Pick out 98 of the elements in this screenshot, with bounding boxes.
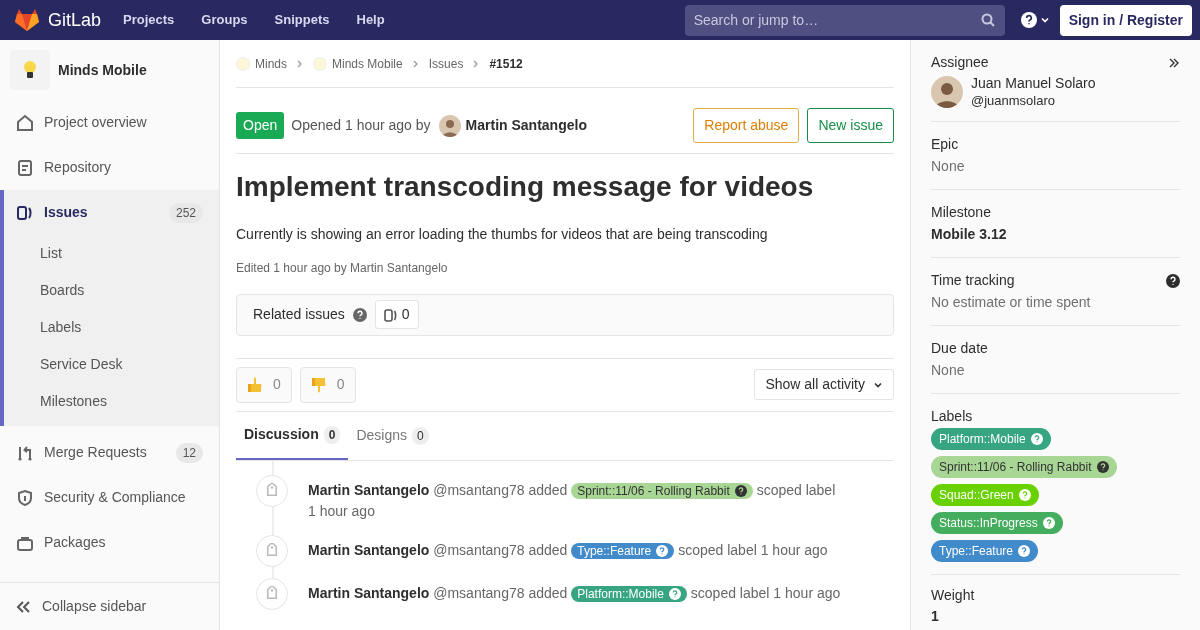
document-icon	[16, 158, 34, 177]
help-icon	[1018, 545, 1031, 557]
reaction-button[interactable]: 0	[299, 366, 356, 403]
breadcrumb-link[interactable]: Minds	[255, 54, 287, 73]
status-badge: Open	[236, 112, 285, 139]
section-heading: Epic	[931, 135, 959, 154]
section-value: 1	[931, 607, 940, 626]
breadcrumb-link[interactable]: Minds Mobile	[332, 54, 403, 73]
tab[interactable]: Discussion 0	[236, 411, 349, 460]
author-name[interactable]: Martin Santangelo	[308, 481, 430, 498]
related-issues-heading: Related issues	[253, 305, 345, 325]
action-text: @msantang78 added	[433, 584, 568, 601]
help-dropdown[interactable]	[1020, 12, 1050, 28]
action-text: @msantang78 added	[433, 481, 568, 498]
issue-description: Currently is showing an error loading the thumbs for videos that are being transcoding	[236, 224, 769, 244]
author-avatar	[438, 114, 461, 137]
caret-icon	[1039, 15, 1050, 25]
label-tag[interactable]: Sprint::11/06 - Rolling Rabbit	[571, 482, 753, 499]
nav-link[interactable]: Help	[356, 10, 385, 30]
section-value: None	[931, 361, 966, 380]
activity-filter-dropdown[interactable]: Show all activity	[754, 369, 894, 401]
action-text: scoped label	[690, 584, 770, 601]
label-tag[interactable]: Sprint::11/06 - Rolling Rabbit	[931, 456, 1117, 478]
shield-icon	[16, 488, 34, 507]
double-chevron-right-icon	[1168, 56, 1180, 69]
author-name[interactable]: Martin Santangelo	[308, 541, 430, 558]
project-name: Minds Mobile	[58, 60, 147, 80]
section-heading: Due date	[931, 339, 988, 358]
count-badge: 252	[168, 202, 203, 223]
nav-link[interactable]: Snippets	[274, 10, 330, 30]
assignee-username: @juanmsolaro	[971, 92, 1056, 109]
help-icon	[1096, 461, 1109, 473]
section-value: Mobile 3.12	[931, 225, 1008, 244]
nav-link[interactable]: Groups	[201, 10, 248, 30]
help-icon	[1042, 517, 1055, 529]
project-avatar	[10, 50, 50, 90]
brand-name: GitLab	[48, 8, 102, 32]
sidebar-item[interactable]: Project overview	[0, 100, 219, 145]
edited-note: Edited 1 hour ago by Martin Santangelo	[236, 259, 449, 277]
sidebar-item[interactable]: Packages	[0, 520, 219, 565]
breadcrumb-link[interactable]: Issues	[428, 54, 464, 73]
label-tag[interactable]: Type::Feature	[571, 542, 675, 559]
sidebar-item[interactable]: Issues 252	[4, 190, 219, 235]
group-avatar	[313, 56, 327, 71]
section-value: None	[931, 157, 966, 176]
issues-icon	[383, 307, 398, 322]
timestamp: 1 hour ago	[308, 501, 375, 521]
sign-in-button[interactable]: Sign in / Register	[1059, 4, 1192, 36]
chevron-right-icon	[296, 59, 304, 68]
chevron-right-icon	[411, 59, 420, 68]
group-avatar	[236, 56, 250, 71]
nav-link[interactable]: Projects	[123, 10, 175, 30]
thumbs-down-icon	[310, 375, 327, 394]
double-chevron-left-icon	[16, 599, 32, 614]
breadcrumb-link[interactable]: #1512	[489, 54, 523, 73]
sidebar-subitem[interactable]: Labels	[4, 309, 219, 346]
sidebar-subitem[interactable]: Milestones	[4, 383, 219, 420]
sidebar-item[interactable]: Repository	[0, 145, 219, 190]
assignee-avatar	[931, 75, 963, 108]
timestamp: 1 hour ago	[773, 583, 841, 603]
section-heading: Assignee	[931, 53, 989, 72]
action-text: @msantang78 added	[433, 541, 568, 558]
sidebar-subitem[interactable]: Boards	[4, 272, 219, 309]
section-heading: Time tracking	[931, 271, 1015, 290]
section-heading: Milestone	[931, 203, 991, 222]
fox-logo	[14, 8, 40, 32]
help-icon	[734, 484, 747, 497]
section-heading: Weight	[931, 586, 976, 605]
author-name[interactable]: Martin Santangelo	[308, 584, 430, 601]
home-icon	[16, 113, 34, 132]
section-value: No estimate or time spent	[931, 293, 1092, 312]
sidebar-subitem[interactable]: List	[4, 235, 219, 272]
sidebar-item[interactable]: Merge Requests 12	[0, 430, 219, 475]
action-button[interactable]: New issue	[807, 108, 894, 143]
assignee-name[interactable]: Juan Manuel Solaro	[971, 74, 1096, 92]
section-heading: Labels	[931, 407, 974, 426]
label-tag[interactable]: Type::Feature	[931, 540, 1039, 562]
issue-title: Implement transcoding message for videos	[236, 170, 815, 204]
help-icon	[668, 587, 681, 600]
help-icon	[352, 307, 367, 322]
action-text: scoped label	[756, 481, 836, 498]
search-field[interactable]: Search or jump to…	[684, 4, 1005, 36]
thumbs-up-icon	[247, 375, 263, 394]
opened-text: Opened 1 hour ago by	[291, 116, 431, 135]
help-icon	[1030, 433, 1043, 445]
tab[interactable]: Designs 0	[348, 411, 437, 460]
action-text: scoped label	[678, 541, 757, 558]
count-badge: 12	[175, 442, 203, 463]
help-icon	[1018, 489, 1031, 501]
search-icon	[980, 12, 995, 27]
reaction-button[interactable]: 0	[236, 366, 292, 403]
help-icon	[656, 544, 669, 557]
related-count-button[interactable]: 0	[374, 300, 419, 330]
timestamp: 1 hour ago	[760, 540, 828, 560]
author-link[interactable]: Martin Santangelo	[465, 115, 587, 136]
sidebar-item[interactable]: Security & Compliance	[0, 475, 219, 520]
issues-icon	[16, 203, 34, 222]
sidebar-subitem[interactable]: Service Desk	[4, 346, 219, 383]
